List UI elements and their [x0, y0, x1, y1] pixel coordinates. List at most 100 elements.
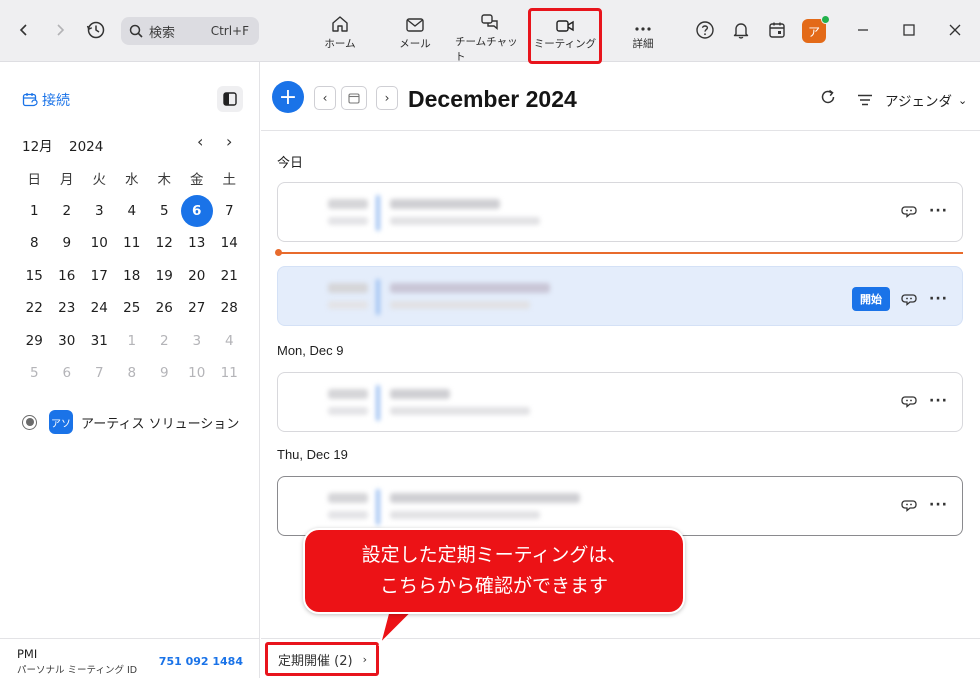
new-meeting-button[interactable]: + — [272, 81, 304, 113]
calendar-day[interactable]: 3 — [83, 195, 116, 228]
next-month-icon[interactable]: › — [226, 132, 232, 151]
more-options-icon[interactable]: ··· — [929, 292, 948, 306]
calendar-day[interactable]: 17 — [83, 260, 116, 293]
calendar-day[interactable]: 9 — [51, 227, 84, 260]
calendar-day[interactable]: 23 — [51, 292, 84, 325]
back-arrow-icon[interactable] — [10, 16, 38, 44]
calendar-day[interactable]: 6 — [51, 357, 84, 390]
tab-home[interactable]: ホーム — [305, 12, 375, 58]
chevron-down-icon: ⌄ — [957, 93, 968, 107]
section-today: 今日 — [277, 155, 304, 170]
connect-calendar-button[interactable]: 接続 — [22, 90, 70, 110]
calendar-day[interactable]: 10 — [181, 357, 214, 390]
calendar-day[interactable]: 15 — [18, 260, 51, 293]
calendar-day[interactable]: 16 — [51, 260, 84, 293]
view-selector[interactable]: アジェンダ ⌄ — [857, 90, 967, 110]
tab-home-label: ホーム — [324, 38, 356, 50]
calendar-day[interactable]: 3 — [181, 325, 214, 358]
prev-month-icon[interactable]: ‹ — [197, 132, 203, 151]
tab-mail[interactable]: メール — [380, 12, 450, 58]
chat-bubble-icon[interactable] — [900, 291, 917, 307]
calendar-day[interactable]: 11 — [116, 227, 149, 260]
refresh-icon[interactable] — [819, 88, 837, 110]
more-options-icon[interactable]: ··· — [929, 394, 948, 408]
weekday-header: 火 — [92, 172, 107, 189]
calendar-day-number: 12 — [155, 235, 173, 252]
calendar-day[interactable]: 7 — [83, 357, 116, 390]
calendar-day[interactable]: 7 — [213, 195, 246, 228]
forward-arrow-icon[interactable] — [46, 16, 74, 44]
chat-bubble-icon[interactable] — [900, 203, 917, 219]
calendar-day-number: 4 — [127, 202, 137, 219]
calendar-day-number: 29 — [25, 332, 43, 349]
mini-calendar-month: 12月 2024 — [22, 135, 103, 155]
calendar-day[interactable]: 29 — [18, 325, 51, 358]
meeting-card[interactable]: ··· — [277, 182, 963, 242]
calendar-day[interactable]: 4 — [116, 195, 149, 228]
calendar-day[interactable]: 2 — [148, 325, 181, 358]
calendar-day[interactable]: 20 — [181, 260, 214, 293]
calendar-day[interactable]: 26 — [148, 292, 181, 325]
calendar-icon[interactable] — [763, 16, 791, 44]
tab-team-chat[interactable]: チームチャット — [455, 12, 525, 63]
next-button[interactable]: › — [376, 86, 398, 110]
meeting-card-highlighted[interactable]: 開始 ··· — [277, 266, 963, 326]
calendar-day[interactable]: 14 — [213, 227, 246, 260]
presence-dot — [821, 15, 830, 24]
calendar-day[interactable]: 21 — [213, 260, 246, 293]
prev-button[interactable]: ‹ — [314, 86, 336, 110]
calendar-day[interactable]: 25 — [116, 292, 149, 325]
search-input[interactable]: 検索 Ctrl+F — [121, 17, 259, 45]
weekday-header: 水 — [125, 172, 139, 189]
chat-bubble-icon[interactable] — [900, 393, 917, 409]
jump-to-date-button[interactable] — [341, 86, 367, 110]
recurring-meetings-button[interactable]: 定期開催 (2) › — [265, 642, 379, 676]
account-radio[interactable] — [22, 414, 37, 430]
account-name: アーティス ソリューション — [81, 416, 240, 432]
calendar-day[interactable]: 27 — [181, 292, 214, 325]
calendar-day[interactable]: 24 — [83, 292, 116, 325]
start-button[interactable]: 開始 — [852, 287, 891, 311]
meeting-card[interactable]: ··· — [277, 372, 963, 432]
calendar-day[interactable]: 28 — [213, 292, 246, 325]
calendar-day[interactable]: 4 — [213, 325, 246, 358]
maximize-icon[interactable] — [895, 16, 923, 44]
calendar-day[interactable]: 5 — [148, 195, 181, 228]
panel-toggle-icon[interactable] — [217, 86, 243, 112]
calendar-day-number: 22 — [25, 300, 43, 317]
calendar-day[interactable]: 11 — [213, 357, 246, 390]
calendar-day-number: 24 — [90, 300, 108, 317]
calendar-day[interactable]: 10 — [83, 227, 116, 260]
tab-more[interactable]: 詳細 — [608, 12, 678, 58]
calendar-day[interactable]: 8 — [18, 227, 51, 260]
calendar-day[interactable]: 13 — [181, 227, 214, 260]
more-options-icon[interactable]: ··· — [929, 498, 948, 512]
more-options-icon[interactable]: ··· — [929, 204, 948, 218]
calendar-day-number: 11 — [220, 365, 238, 382]
calendar-day[interactable]: 18 — [116, 260, 149, 293]
history-icon[interactable] — [82, 16, 110, 44]
search-icon — [129, 24, 143, 38]
calendar-day[interactable]: 9 — [148, 357, 181, 390]
calendar-day-today[interactable]: 6 — [180, 194, 214, 228]
meeting-card[interactable]: ··· — [277, 476, 963, 536]
calendar-day[interactable]: 1 — [116, 325, 149, 358]
calendar-day[interactable]: 2 — [51, 195, 84, 228]
minimize-icon[interactable] — [849, 16, 877, 44]
calendar-day[interactable]: 30 — [51, 325, 84, 358]
calendar-day[interactable]: 19 — [148, 260, 181, 293]
footer-bar: 定期開催 (2) › — [261, 638, 980, 678]
user-avatar[interactable]: ア — [802, 15, 830, 43]
calendar-day[interactable]: 12 — [148, 227, 181, 260]
calendar-day[interactable]: 31 — [83, 325, 116, 358]
bell-icon[interactable] — [727, 16, 755, 44]
help-icon[interactable] — [691, 16, 719, 44]
pmi-number[interactable]: 751 092 1484 — [159, 655, 243, 668]
calendar-account[interactable]: アソ アーティス ソリューション — [22, 410, 239, 434]
close-icon[interactable] — [941, 16, 969, 44]
calendar-day[interactable]: 1 — [18, 195, 51, 228]
calendar-day[interactable]: 5 — [18, 357, 51, 390]
calendar-day[interactable]: 22 — [18, 292, 51, 325]
chat-bubble-icon[interactable] — [900, 497, 917, 513]
calendar-day[interactable]: 8 — [116, 357, 149, 390]
